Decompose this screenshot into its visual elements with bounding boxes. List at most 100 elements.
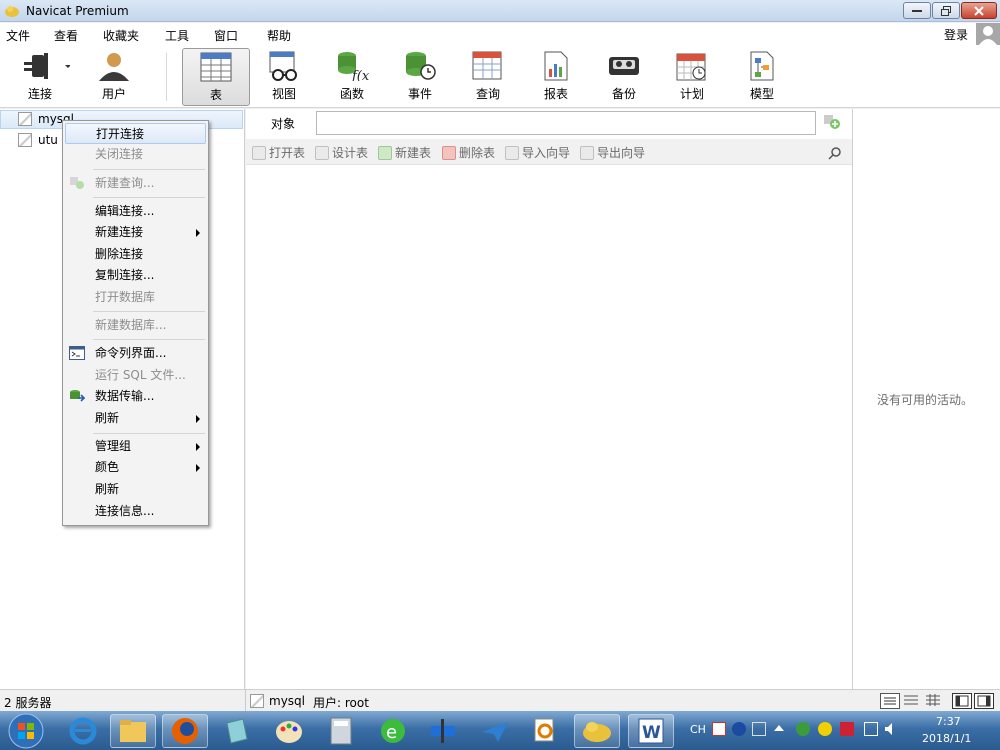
menu-item-edit-connection[interactable]: 编辑连接... (65, 201, 206, 222)
submenu-arrow-icon (196, 443, 200, 451)
toolbar-query-button[interactable]: 查询 (454, 48, 522, 106)
toolbar-event-button[interactable]: 事件 (386, 48, 454, 106)
menu-item-close-connection[interactable]: 关闭连接 (65, 144, 206, 165)
menu-item-run-sql-file[interactable]: 运行 SQL 文件... (65, 365, 206, 386)
object-tab-bar: 对象 (246, 109, 852, 137)
design-table-button[interactable]: 设计表 (315, 144, 368, 161)
menu-item-refresh[interactable]: 刷新 (65, 479, 206, 500)
taskbar-firefox[interactable] (162, 714, 208, 748)
import-wizard-label: 导入向导 (522, 146, 571, 160)
browser-e-icon: e (381, 719, 405, 743)
taskbar-navicat[interactable] (574, 714, 620, 748)
taskbar-word[interactable]: W (628, 714, 674, 748)
network-icon[interactable] (864, 722, 878, 736)
toolbar-connect-button[interactable]: 连接 (6, 48, 74, 106)
volume-icon[interactable] (884, 722, 898, 736)
design-table-label: 设计表 (332, 146, 369, 160)
account-avatar[interactable] (976, 23, 1000, 45)
menu-item-new-query[interactable]: 新建查询... (65, 173, 206, 194)
menu-view[interactable]: 查看 (54, 27, 78, 44)
tray-app-icon-3[interactable] (840, 722, 854, 736)
taskbar-search-tool[interactable] (522, 714, 568, 748)
import-wizard-button[interactable]: 导入向导 (505, 144, 570, 161)
start-button[interactable] (4, 711, 48, 750)
menu-item-color[interactable]: 颜色 (65, 457, 206, 478)
menu-item-duplicate-connection[interactable]: 复制连接... (65, 265, 206, 286)
login-link[interactable]: 登录 (944, 26, 968, 43)
list-view-toggle[interactable] (880, 693, 900, 709)
menu-item-label: 颜色 (95, 460, 120, 474)
show-hidden-icons[interactable] (774, 725, 784, 731)
toggle-left-pane[interactable] (952, 693, 972, 709)
menu-item-command-line[interactable]: 命令列界面... (65, 343, 206, 364)
toolbar-connect-label: 连接 (27, 87, 52, 101)
taskbar-paint[interactable] (266, 714, 312, 748)
menu-favorites[interactable]: 收藏夹 (103, 27, 139, 44)
close-button[interactable] (961, 2, 997, 19)
grid-view-toggle[interactable] (924, 693, 944, 709)
toolbar-user-button[interactable]: 用户 (80, 48, 148, 106)
taskbar-notepad[interactable] (213, 714, 259, 748)
open-table-label: 打开表 (269, 146, 306, 160)
menu-item-delete-connection[interactable]: 删除连接 (65, 244, 206, 265)
svg-text:W: W (642, 723, 661, 743)
toolbar-schedule-button[interactable]: 计划 (658, 48, 726, 106)
new-table-button[interactable]: 新建表 (378, 144, 431, 161)
menu-item-new-database[interactable]: 新建数据库... (65, 315, 206, 336)
toolbar-backup-button[interactable]: 备份 (590, 48, 658, 106)
detail-view-toggle[interactable] (902, 693, 922, 709)
menu-item-manage-group[interactable]: 管理组 (65, 436, 206, 457)
toolbar-view-button[interactable]: 视图 (250, 48, 318, 106)
menu-tools[interactable]: 工具 (165, 27, 189, 44)
search-icon[interactable] (828, 146, 842, 160)
taskbar-ie-green[interactable]: e (370, 714, 416, 748)
menu-window[interactable]: 窗口 (214, 27, 238, 44)
delete-table-button[interactable]: 删除表 (442, 144, 495, 161)
tray-app-icon-2[interactable] (818, 722, 832, 736)
activity-panel: 没有可用的活动。 (852, 109, 1000, 689)
menu-item-connection-info[interactable]: 连接信息... (65, 501, 206, 522)
ime-icon[interactable] (712, 722, 726, 736)
connection-icon (18, 133, 32, 147)
taskbar-explorer[interactable] (110, 714, 156, 748)
help-icon[interactable] (732, 722, 746, 736)
menu-item-refresh-submenu[interactable]: 刷新 (65, 408, 206, 429)
settings-tray-icon[interactable] (752, 722, 766, 736)
backup-tape-icon (609, 57, 639, 75)
clock-date[interactable]: 2018/1/1 (922, 732, 971, 745)
menu-item-data-transfer[interactable]: 数据传输... (65, 386, 206, 407)
screen-capture-icon (431, 719, 455, 743)
menu-item-label: 关闭连接 (95, 147, 144, 161)
tray-app-icon[interactable] (796, 722, 810, 736)
object-filter-input[interactable] (316, 111, 816, 135)
toolbar-function-button[interactable]: f(x) 函数 (318, 48, 386, 106)
menu-help[interactable]: 帮助 (267, 27, 291, 44)
menu-item-label: 编辑连接... (95, 204, 155, 218)
taskbar-ie[interactable] (60, 714, 106, 748)
status-connection: mysql (269, 694, 305, 708)
taskbar-bird-app[interactable] (472, 714, 518, 748)
taskbar-screen-capture[interactable] (420, 714, 466, 748)
new-object-tab-button[interactable] (822, 113, 844, 133)
system-tray: CH 7:37 2018/1/1 (684, 711, 1000, 750)
toolbar-report-button[interactable]: 报表 (522, 48, 590, 106)
tab-objects[interactable]: 对象 (254, 114, 312, 134)
toolbar-table-button[interactable]: 表 (182, 48, 250, 106)
menu-item-open-connection[interactable]: 打开连接 (65, 123, 206, 144)
menu-file[interactable]: 文件 (6, 27, 30, 44)
delete-table-label: 删除表 (459, 146, 496, 160)
restore-button[interactable] (932, 2, 960, 19)
minimize-button[interactable] (903, 2, 931, 19)
input-language[interactable]: CH (690, 723, 706, 736)
taskbar-calculator[interactable] (318, 714, 364, 748)
menu-item-open-database[interactable]: 打开数据库 (65, 287, 206, 308)
tree-item-utu[interactable]: utu (18, 131, 58, 149)
export-wizard-button[interactable]: 导出向导 (580, 144, 645, 161)
menu-item-label: 新建查询... (95, 176, 155, 190)
toggle-right-pane[interactable] (974, 693, 994, 709)
open-table-button[interactable]: 打开表 (252, 144, 305, 161)
clock-time[interactable]: 7:37 (936, 715, 961, 728)
toolbar-model-button[interactable]: 模型 (728, 48, 796, 106)
plug-icon (24, 53, 70, 79)
menu-item-new-connection[interactable]: 新建连接 (65, 222, 206, 243)
